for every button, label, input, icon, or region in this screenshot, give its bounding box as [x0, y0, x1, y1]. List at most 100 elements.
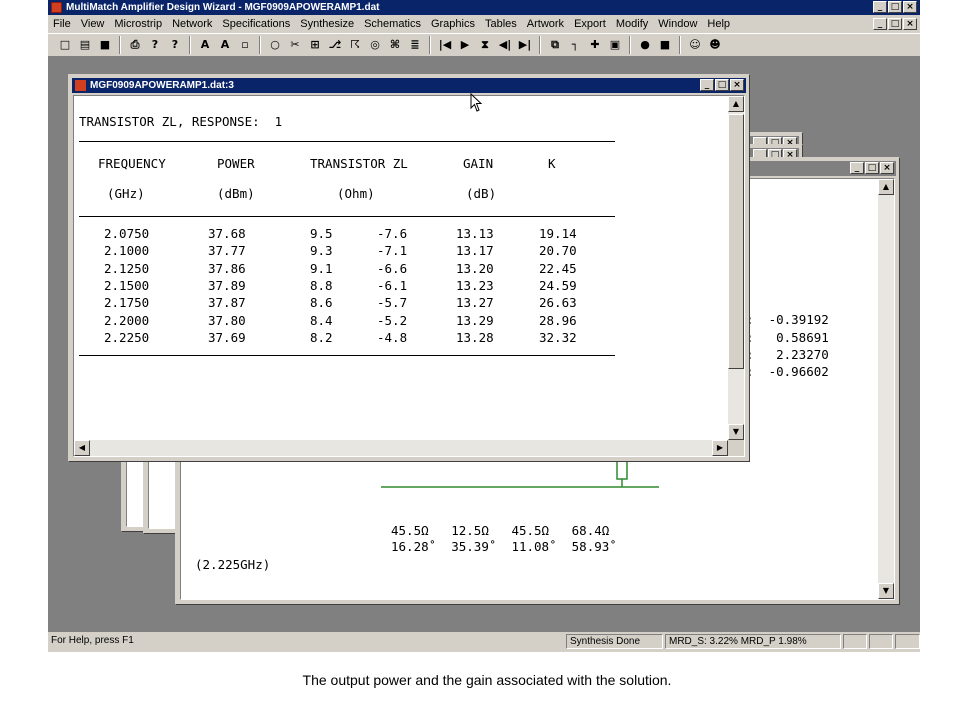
help-icon[interactable]: ? — [146, 36, 164, 54]
circle-icon[interactable]: ○ — [266, 36, 284, 54]
people2-icon[interactable]: ☻ — [706, 36, 724, 54]
table-cell: 20.70 — [539, 243, 577, 259]
table-cell: 37.80 — [208, 312, 246, 328]
col-frequency: FREQUENCY — [98, 156, 166, 171]
table-cell: 8.4 — [310, 312, 333, 328]
table-window-title: MGF0909APOWERAMP1.dat:3 — [90, 80, 234, 91]
open-folder-icon[interactable]: ▤ — [76, 36, 94, 54]
menu-export[interactable]: Export — [569, 18, 611, 30]
table-close-button[interactable]: × — [730, 79, 744, 91]
table-cell: 13.28 — [456, 329, 494, 345]
table-cell: 13.20 — [456, 260, 494, 276]
scroll-down-arrow-icon[interactable]: ▼ — [728, 424, 744, 440]
menu-help[interactable]: Help — [702, 18, 735, 30]
cross-icon[interactable]: ✚ — [586, 36, 604, 54]
schem-maximize-button[interactable]: □ — [865, 162, 879, 174]
table-cell: 13.13 — [456, 226, 494, 241]
tool-c-icon[interactable]: ▫ — [236, 36, 254, 54]
context-help-icon[interactable]: ? — [166, 36, 184, 54]
scroll-left-arrow-icon[interactable]: ◀ — [74, 440, 90, 456]
scroll-down-arrow-icon[interactable]: ▼ — [878, 583, 894, 599]
menu-microstrip[interactable]: Microstrip — [109, 18, 167, 30]
scroll-up-arrow-icon[interactable]: ▲ — [878, 179, 894, 195]
table-cell: 22.45 — [539, 260, 577, 276]
stub-values: 45.5Ω 12.5Ω 45.5Ω 68.4Ω 16.28˚ 35.39˚ 11… — [391, 523, 617, 554]
table-cell: 2.1250 — [104, 260, 150, 276]
menu-view[interactable]: View — [76, 18, 110, 30]
table-cell: 37.87 — [208, 295, 246, 311]
new-file-icon[interactable]: □ — [56, 36, 74, 54]
menu-artwork[interactable]: Artwork — [522, 18, 569, 30]
menu-file[interactable]: File — [48, 18, 76, 30]
close-button[interactable]: × — [903, 1, 917, 13]
tool-a-icon[interactable]: A — [196, 36, 214, 54]
table-window-titlebar[interactable]: MGF0909APOWERAMP1.dat:3 — [72, 78, 746, 93]
tool-b-icon[interactable]: A — [216, 36, 234, 54]
table-window[interactable]: MGF0909APOWERAMP1.dat:3 _ □ × ▲ ▼ ◀ ▶ TR… — [68, 74, 750, 462]
target-icon[interactable]: ◎ — [366, 36, 384, 54]
mdi-close-button[interactable]: × — [903, 18, 917, 30]
menu-schematics[interactable]: Schematics — [359, 18, 426, 30]
minimize-button[interactable]: _ — [873, 1, 887, 13]
circle-yellow-icon[interactable]: ● — [636, 36, 654, 54]
table-cell: 2.1750 — [104, 295, 150, 311]
menu-specifications[interactable]: Specifications — [217, 18, 295, 30]
frequency-label: (2.225GHz) — [195, 557, 271, 572]
status-state: Synthesis Done — [566, 634, 663, 649]
table-cell: 8.2 — [310, 329, 333, 345]
table-vscroll[interactable]: ▲ ▼ — [728, 96, 744, 440]
table-client: ▲ ▼ ◀ ▶ TRANSISTOR ZL, RESPONSE: 1 FREQU… — [73, 95, 745, 457]
schem-minimize-button[interactable]: _ — [850, 162, 864, 174]
table-heading: TRANSISTOR ZL, RESPONSE: 1 — [79, 114, 283, 129]
play-icon[interactable]: ▶ — [456, 36, 474, 54]
value-row: : -0.39192 — [746, 312, 829, 328]
scissors-icon[interactable]: ✂ — [286, 36, 304, 54]
menu-tables[interactable]: Tables — [480, 18, 522, 30]
scroll-up-arrow-icon[interactable]: ▲ — [728, 96, 744, 112]
network-icon[interactable]: ⎇ — [326, 36, 344, 54]
menu-window[interactable]: Window — [653, 18, 702, 30]
back-icon[interactable]: ◀| — [496, 36, 514, 54]
table-cell: 2.1500 — [104, 277, 150, 293]
mdi-minimize-button[interactable]: _ — [873, 18, 887, 30]
grid-icon[interactable]: ⊞ — [306, 36, 324, 54]
mdi-restore-button[interactable]: □ — [888, 18, 902, 30]
print-icon[interactable]: ⎙ — [126, 36, 144, 54]
tool-d-icon[interactable]: ≣ — [406, 36, 424, 54]
table-cell: 37.69 — [208, 329, 246, 345]
menu-synthesize[interactable]: Synthesize — [295, 18, 359, 30]
document-icon — [75, 80, 86, 91]
scroll-right-arrow-icon[interactable]: ▶ — [712, 440, 728, 456]
square-yellow-icon[interactable]: ■ — [656, 36, 674, 54]
shape-icon[interactable]: ┐ — [566, 36, 584, 54]
table-cell: -7.1 — [377, 243, 408, 259]
table-minimize-button[interactable]: _ — [700, 79, 714, 91]
last-icon[interactable]: ▶| — [516, 36, 534, 54]
menu-network[interactable]: Network — [167, 18, 217, 30]
box-icon[interactable]: ▣ — [606, 36, 624, 54]
component-icon[interactable]: ⌘ — [386, 36, 404, 54]
menu-bar: File View Microstrip Network Specificati… — [48, 15, 920, 33]
table-cell: 2.2000 — [104, 312, 150, 328]
menu-modify[interactable]: Modify — [611, 18, 653, 30]
app-titlebar[interactable]: MultiMatch Amplifier Design Wizard - MGF… — [48, 0, 920, 15]
table-cell: 8.6 — [310, 295, 333, 311]
table-cell: -5.2 — [377, 312, 408, 328]
schem-vscroll[interactable]: ▲ ▼ — [878, 179, 894, 599]
value-row: : 0.58691 — [746, 329, 829, 345]
menu-graphics[interactable]: Graphics — [426, 18, 480, 30]
arrow-split-icon[interactable]: ☈ — [346, 36, 364, 54]
maximize-button[interactable]: □ — [888, 1, 902, 13]
first-icon[interactable]: |◀ — [436, 36, 454, 54]
schem-close-button[interactable]: × — [880, 162, 894, 174]
table-cell: -5.7 — [377, 295, 408, 311]
table-hscroll[interactable]: ◀ ▶ — [74, 440, 728, 456]
save-icon[interactable]: ■ — [96, 36, 114, 54]
copy-icon[interactable]: ⧉ — [546, 36, 564, 54]
col-power: POWER — [217, 156, 255, 171]
hourglass-icon[interactable]: ⧗ — [476, 36, 494, 54]
scroll-thumb[interactable] — [728, 114, 744, 369]
table-cell: 8.8 — [310, 277, 333, 293]
people-icon[interactable]: ☺ — [686, 36, 704, 54]
table-maximize-button[interactable]: □ — [715, 79, 729, 91]
